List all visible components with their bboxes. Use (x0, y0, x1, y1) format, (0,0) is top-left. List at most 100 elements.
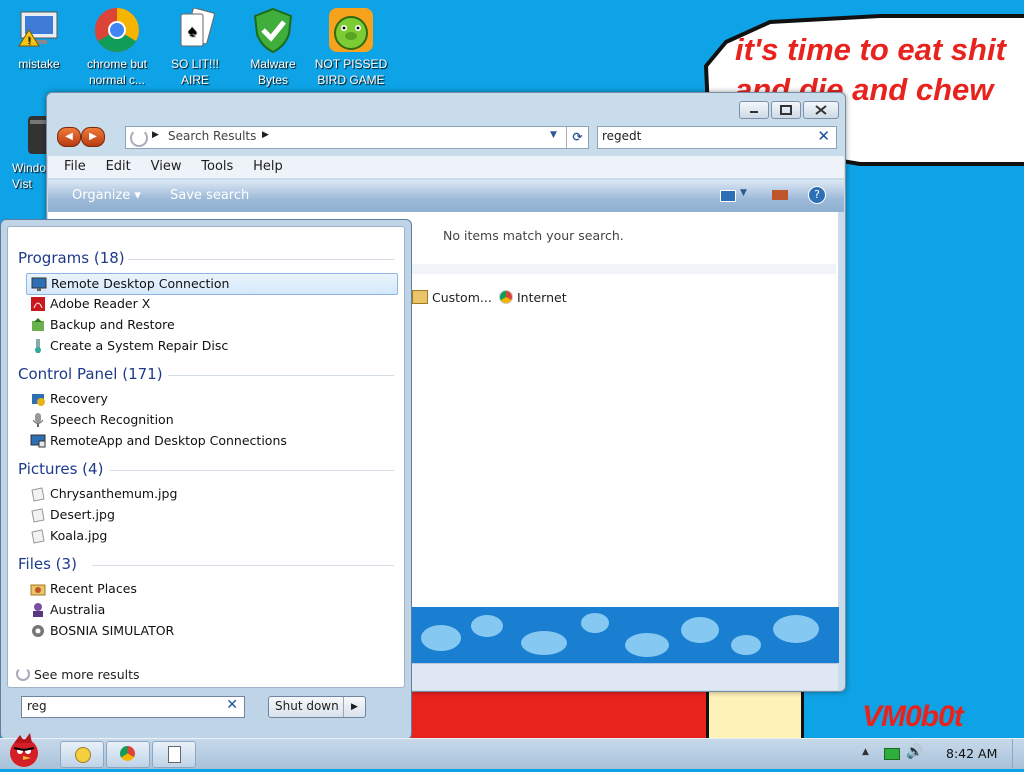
minimize-button[interactable] (739, 101, 769, 119)
result-recovery[interactable]: Recovery (26, 389, 396, 409)
result-bosnia-simulator[interactable]: BOSNIA SIMULATOR (26, 621, 396, 641)
result-label: Recovery (50, 391, 108, 406)
organize-button[interactable]: Organize ▾ (72, 188, 141, 203)
search-input[interactable]: regedt (602, 129, 641, 143)
desktop-icon-solitaire[interactable]: ♠ SO LIT!!! AIRE (156, 6, 234, 88)
group-title-control-panel[interactable]: Control Panel (171) (18, 365, 163, 383)
result-desert[interactable]: Desert.jpg (26, 505, 396, 525)
result-label: BOSNIA SIMULATOR (50, 623, 175, 638)
shutdown-arrow-icon[interactable]: ▶ (343, 697, 365, 717)
result-label: Create a System Repair Disc (50, 338, 229, 353)
save-search-button[interactable]: Save search (170, 188, 249, 203)
adobe-reader-icon (30, 296, 46, 312)
start-search-input[interactable]: reg (27, 699, 47, 713)
preview-pane-icon[interactable] (772, 190, 788, 200)
svg-text:♠: ♠ (188, 23, 197, 40)
address-label[interactable]: Search Results (168, 129, 256, 143)
help-icon[interactable]: ? (808, 186, 826, 204)
empty-message: No items match your search. (443, 228, 624, 243)
network-icon[interactable] (884, 748, 900, 760)
taskbar-solitaire[interactable] (152, 741, 196, 768)
computer-warning-icon: ! (15, 6, 63, 54)
desktop-icon-label: NOT PISSED BIRD GAME (314, 57, 388, 87)
group-title-files[interactable]: Files (3) (18, 555, 77, 573)
desktop-icon-chrome[interactable]: chrome but normal c... (78, 6, 156, 88)
menu-tools[interactable]: Tools (201, 156, 233, 178)
show-desktop-button[interactable] (1012, 739, 1024, 768)
see-more-results[interactable]: See more results (16, 667, 140, 682)
breadcrumb-arrow-icon: ▶ (152, 130, 159, 140)
result-remoteapp[interactable]: RemoteApp and Desktop Connections (26, 431, 396, 451)
backup-icon (30, 317, 46, 333)
group-title-programs[interactable]: Programs (18) (18, 249, 125, 267)
remote-desktop-icon (31, 276, 47, 292)
volume-icon[interactable]: 🔊 (906, 744, 923, 760)
remoteapp-icon (30, 433, 46, 449)
clock[interactable]: 8:42 AM (946, 746, 997, 761)
menu-edit[interactable]: Edit (106, 156, 131, 178)
search-again-custom[interactable]: Custom... (412, 290, 492, 305)
maximize-button[interactable] (771, 101, 801, 119)
search-box[interactable]: regedt ✕ (597, 126, 837, 149)
forward-button[interactable]: ▶ (81, 127, 105, 147)
signature: VM0b0t (862, 700, 964, 733)
microphone-icon (30, 412, 46, 428)
result-koala[interactable]: Koala.jpg (26, 526, 396, 546)
desktop-icon-bird-game[interactable]: NOT PISSED BIRD GAME (312, 6, 390, 88)
angry-bird-icon (10, 733, 38, 767)
shield-check-icon (249, 6, 297, 54)
menu-help[interactable]: Help (253, 156, 283, 178)
svg-text:!: ! (27, 35, 30, 47)
group-title-pictures[interactable]: Pictures (4) (18, 460, 103, 478)
shutdown-button[interactable]: Shut down ▶ (268, 696, 366, 718)
search-folder-icon (130, 129, 148, 147)
menu-file[interactable]: File (64, 156, 86, 178)
start-button[interactable] (4, 731, 44, 769)
breadcrumb-arrow-icon: ▶ (262, 130, 269, 140)
menu-view[interactable]: View (151, 156, 182, 178)
repair-disc-icon (30, 338, 46, 354)
desktop-icon-malwarebytes[interactable]: Malware Bytes (234, 6, 312, 88)
address-bar[interactable]: ▶ Search Results ▶ ▼ ⟳ (125, 126, 589, 149)
taskbar-chrome[interactable] (106, 741, 150, 768)
clear-search-icon[interactable]: ✕ (226, 697, 238, 713)
start-menu: Programs (18) Remote Desktop Connection … (0, 219, 412, 740)
search-again-internet[interactable]: Internet (499, 290, 567, 305)
taskbar: ▲ 🔊 8:42 AM (0, 733, 1024, 769)
command-bar: Organize ▾ Save search ▼ ? (48, 180, 844, 212)
chevron-down-icon[interactable]: ▼ (740, 188, 747, 198)
result-speech-recognition[interactable]: Speech Recognition (26, 410, 396, 430)
search-again-internet-label: Internet (516, 290, 567, 305)
search-icon (16, 667, 30, 681)
dropdown-chevron-icon[interactable]: ▼ (550, 130, 557, 140)
result-recent-places[interactable]: Recent Places (26, 579, 396, 599)
decorative-banner (411, 607, 839, 663)
views-icon[interactable] (720, 190, 736, 202)
explorer-icon (75, 747, 91, 763)
gear-icon (30, 623, 46, 639)
start-search-box[interactable]: reg ✕ (21, 696, 245, 718)
green-pig-icon (327, 6, 375, 54)
recovery-icon (30, 391, 46, 407)
show-hidden-icons-icon[interactable]: ▲ (862, 747, 869, 757)
desktop-icon-label: Windo Vist (12, 161, 47, 191)
result-remote-desktop[interactable]: Remote Desktop Connection (26, 273, 398, 295)
result-backup-restore[interactable]: Backup and Restore (26, 315, 396, 335)
refresh-icon[interactable]: ⟳ (566, 127, 588, 148)
solitaire-cards-icon (168, 746, 181, 763)
result-label: Australia (50, 602, 106, 617)
back-button[interactable]: ◀ (57, 127, 81, 147)
clear-search-icon[interactable]: ✕ (817, 127, 830, 145)
result-australia[interactable]: Australia (26, 600, 396, 620)
desktop-icon-mistake[interactable]: ! mistake (0, 6, 78, 72)
menu-bar: File Edit View Tools Help (48, 156, 844, 178)
result-adobe-reader[interactable]: Adobe Reader X (26, 294, 396, 314)
folder-icon (412, 290, 428, 304)
shutdown-label: Shut down (275, 699, 339, 713)
result-repair-disc[interactable]: Create a System Repair Disc (26, 336, 396, 356)
taskbar-explorer[interactable] (60, 741, 104, 768)
chrome-icon (93, 6, 141, 54)
search-results-panel: Programs (18) Remote Desktop Connection … (7, 226, 405, 688)
close-button[interactable] (803, 101, 839, 119)
result-chrysanthemum[interactable]: Chrysanthemum.jpg (26, 484, 396, 504)
